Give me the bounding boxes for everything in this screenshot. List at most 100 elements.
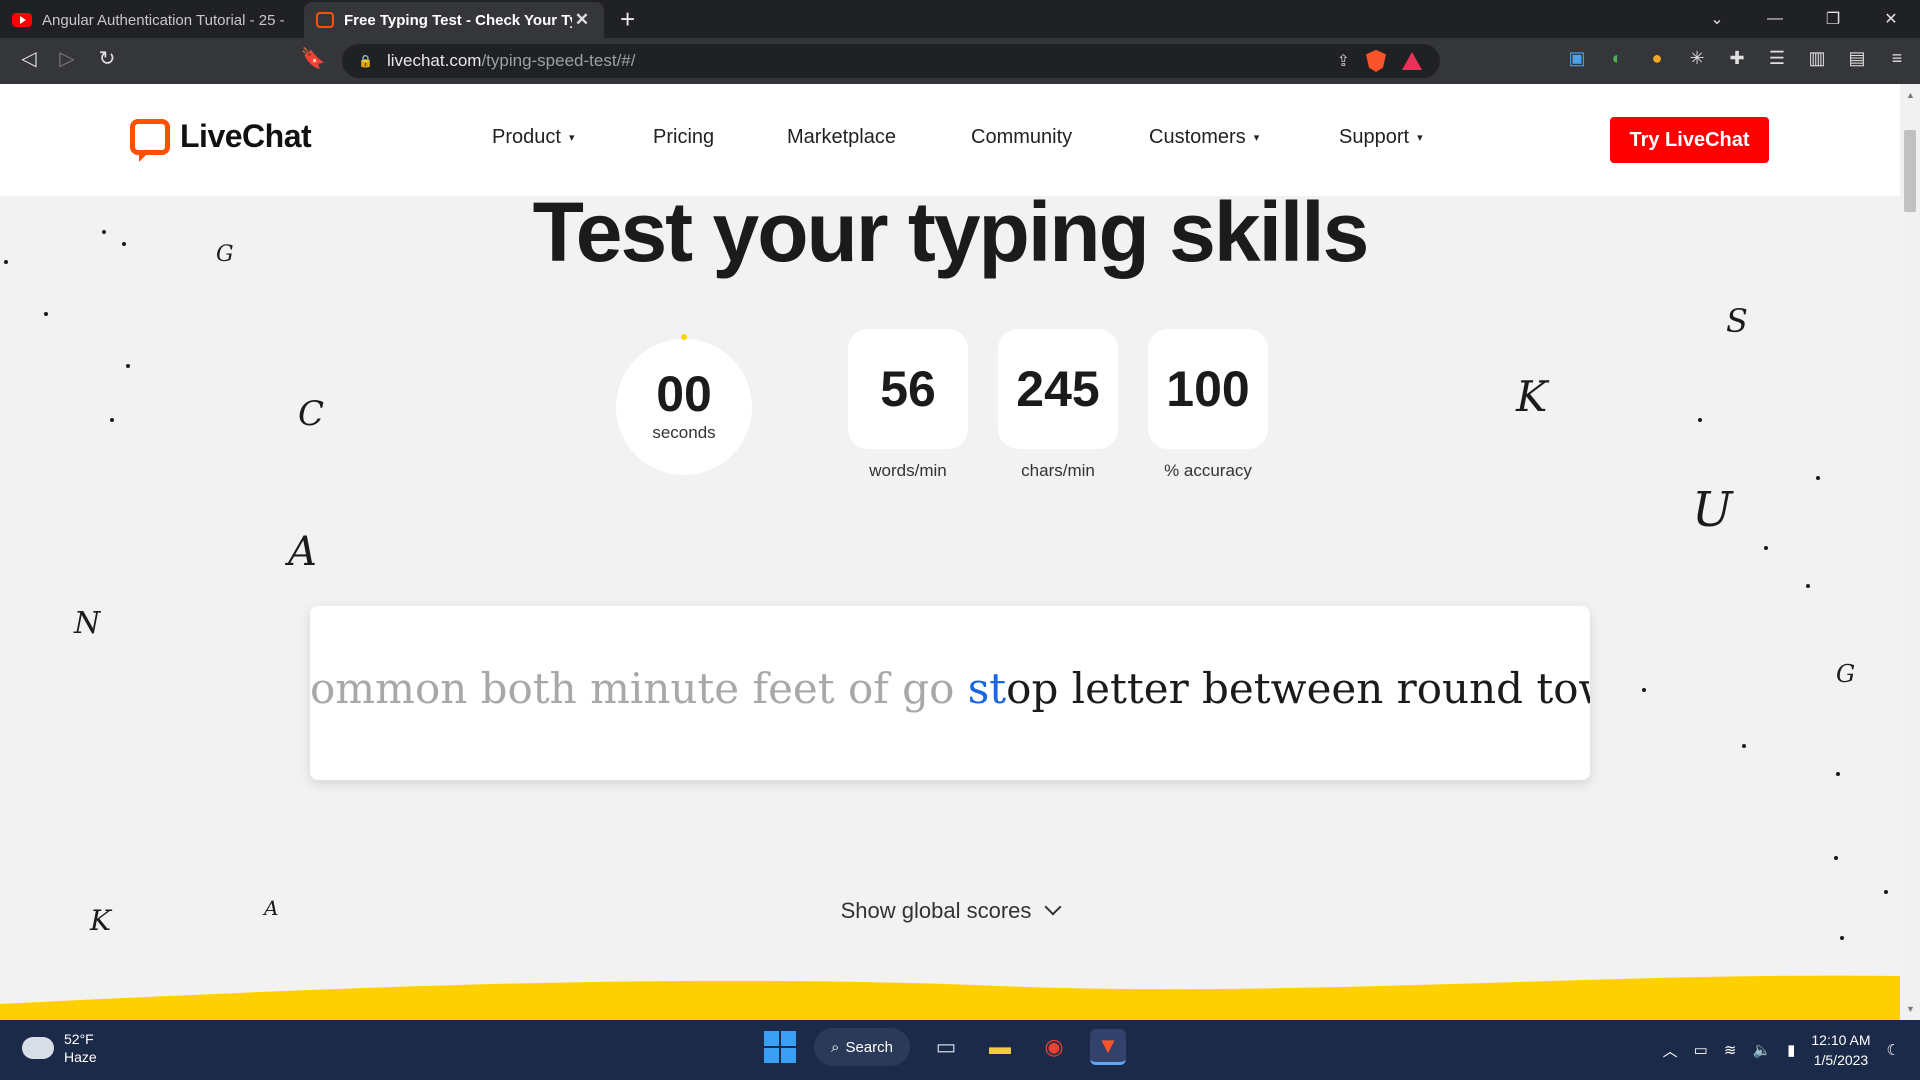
decorative-dot [1806,584,1810,588]
address-bar[interactable]: 🔒 livechat.com/typing-speed-test/#/ ⇪ [342,44,1440,78]
clock-time: 12:10 AM [1811,1032,1871,1048]
wifi-icon[interactable]: ≋ [1724,1041,1737,1059]
decorative-letter: K [1516,372,1548,421]
url-domain: livechat.com [386,51,482,70]
timer-circle: 00 seconds [616,334,752,475]
tray-display-icon[interactable]: ▭ [1694,1041,1708,1059]
extension-translate-icon[interactable]: ▣ [1564,48,1590,69]
stat-value: 245 [998,329,1118,449]
extensions-puzzle-icon[interactable]: ✚ [1724,48,1750,69]
volume-icon[interactable]: 🔈 [1752,1041,1771,1059]
notifications-icon[interactable]: ☾ [1887,1041,1900,1059]
search-icon: ⌕ [831,1038,840,1056]
task-view-icon[interactable]: ▭ [928,1029,964,1065]
playlist-icon[interactable]: ☰ [1764,48,1790,69]
upcoming-text: letter between round toward r [1071,664,1590,713]
brave-rewards-icon[interactable] [1402,52,1422,70]
stat-label: chars/min [1021,461,1095,480]
nav-pricing[interactable]: Pricing [653,126,714,149]
windows-taskbar: 52°F Haze ⌕ Search ▭ ▬ ◉ ▼ ︿ ▭ ≋ 🔈 ▮ 12:… [0,1020,1920,1080]
decorative-dot [1698,418,1702,422]
browser-toolbar: ◁ ▷ ↻ 🔖 🔒 livechat.com/typing-speed-test… [0,38,1920,84]
taskbar-clock[interactable]: 12:10 AM 1/5/2023 [1811,1030,1870,1070]
weather-widget[interactable]: 52°F Haze [22,1029,97,1066]
close-tab-icon[interactable]: ✕ [572,10,592,30]
reload-icon[interactable]: ↻ [92,46,122,71]
decorative-dot [1834,856,1838,860]
decorative-dot [1836,772,1840,776]
tab-search-icon[interactable]: ⌄ [1688,9,1746,29]
restore-button[interactable]: ❐ [1804,9,1862,29]
new-tab-button[interactable]: + [620,4,635,35]
livechat-logo-icon [130,118,170,162]
page-scrollbar[interactable]: ▲ ▼ [1900,84,1920,1020]
nav-product[interactable]: Product ▾ [492,126,574,149]
decorative-letter: S [1726,302,1748,340]
logo-text: LiveChat [180,118,312,154]
clock-date: 1/5/2023 [1813,1052,1869,1068]
url-path: /typing-speed-test/#/ [481,51,636,70]
timer-label: seconds [652,423,716,442]
yellow-wave [0,975,1900,1020]
share-icon[interactable]: ⇪ [1337,51,1350,71]
site-header: LiveChat Product ▾ Pricing Marketplace Co… [0,84,1900,196]
stat-words-per-min: 56 words/min [848,329,968,481]
wallet-icon[interactable]: ▤ [1844,48,1870,69]
weather-condition: Haze [64,1049,97,1065]
weather-temp: 52°F [64,1031,94,1047]
typing-input-area[interactable]: ommon both minute feet of go stop letter… [310,606,1590,780]
current-word-typed: st [967,664,1007,713]
forward-icon[interactable]: ▷ [52,46,82,71]
nav-support[interactable]: Support ▾ [1339,126,1423,149]
nav-marketplace[interactable]: Marketplace [787,126,896,149]
extension-globe-icon[interactable]: ◐ [1604,48,1630,69]
taskbar-search[interactable]: ⌕ Search [814,1028,910,1066]
show-global-scores-toggle[interactable]: Show global scores [0,898,1900,924]
back-icon[interactable]: ◁ [14,46,44,71]
chrome-icon[interactable]: ◉ [1036,1029,1072,1065]
battery-icon[interactable]: ▮ [1787,1041,1795,1059]
livechat-favicon-icon [316,12,334,28]
try-livechat-button[interactable]: Try LiveChat [1610,117,1769,163]
weather-haze-icon [22,1029,54,1059]
nav-community[interactable]: Community [971,126,1072,149]
extension-person-icon[interactable]: ● [1644,48,1670,69]
brave-shields-icon[interactable] [1366,50,1386,72]
stat-accuracy: 100 % accuracy [1148,329,1268,481]
decorative-dot [110,418,114,422]
scroll-thumb[interactable] [1904,130,1916,212]
browser-tab-typing-test[interactable]: Free Typing Test - Check Your Typ ✕ [304,2,604,38]
global-scores-label: Show global scores [840,898,1032,923]
tray-chevron-icon[interactable]: ︿ [1663,1040,1678,1061]
decorative-dot [1742,744,1746,748]
decorative-letter: A [288,529,317,575]
scroll-down-icon[interactable]: ▼ [1906,1004,1915,1014]
nav-customers[interactable]: Customers ▾ [1149,126,1259,149]
brave-browser-icon[interactable]: ▼ [1090,1029,1126,1065]
decorative-letter: U [1692,482,1733,538]
decorative-dot [44,312,48,316]
decorative-letter: C [298,394,325,434]
sidebar-icon[interactable]: ▥ [1804,48,1830,69]
close-window-button[interactable]: ✕ [1862,9,1920,29]
file-explorer-icon[interactable]: ▬ [982,1029,1018,1065]
decorative-dot [1884,890,1888,894]
extension-react-icon[interactable]: ✳ [1684,48,1710,69]
windows-start-icon[interactable] [764,1031,796,1063]
stat-chars-per-min: 245 chars/min [998,329,1118,481]
timer-progress-dot [681,334,687,340]
livechat-logo[interactable]: LiveChat [130,118,312,162]
decorative-dot [1816,476,1820,480]
menu-icon[interactable]: ≡ [1884,48,1910,69]
minimize-button[interactable]: — [1746,10,1804,28]
scroll-up-icon[interactable]: ▲ [1906,90,1915,100]
typed-text: ommon both minute feet of go [310,664,968,713]
search-label: Search [845,1038,893,1056]
lock-icon: 🔒 [358,54,373,68]
bookmark-icon[interactable]: 🔖 [298,46,328,71]
tab-title: Free Typing Test - Check Your Typ [344,11,572,29]
typing-text-line: ommon both minute feet of go stop letter… [310,664,1590,713]
caret-down-icon: ▾ [1253,132,1260,145]
caret-down-icon: ▾ [568,132,575,145]
browser-tab-angular[interactable]: Angular Authentication Tutorial - 25 - [0,2,300,38]
